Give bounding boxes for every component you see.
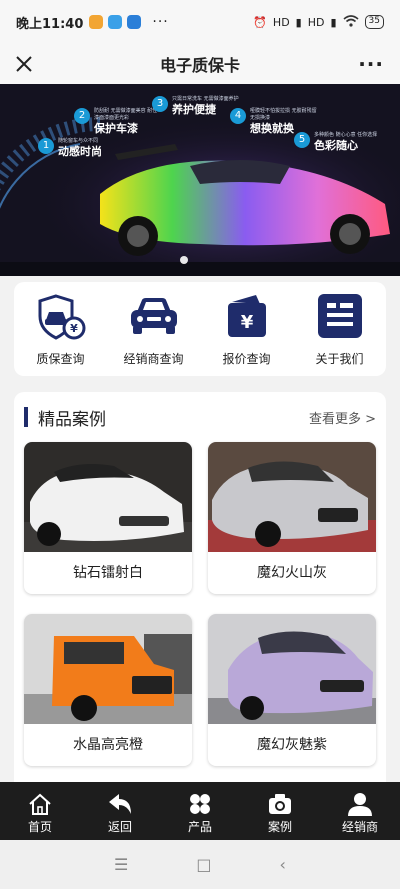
case-car-image [208,614,376,724]
alarm-icon: ⏰ [253,15,267,29]
signal-icon: ▮ [295,15,302,29]
system-nav-bar: ☰ □ ‹ [0,840,400,889]
grid-icon [190,794,210,814]
section-accent-bar [24,407,28,427]
banner-feature: 5 多种颜色 随心心意 任你选择 色彩随心 [294,132,390,153]
quick-link-about[interactable]: 关于我们 [300,292,380,367]
view-more-link[interactable]: 查看更多 > [309,408,376,427]
back-arrow-icon [109,794,131,814]
section-header: 精品案例 查看更多 > [24,406,376,430]
notification-app-icon [89,15,104,29]
case-car-image [24,442,192,552]
banner-feature: 2 防刮耐 无需做漆面美容 耐性漆面漆面更光彩 保护车漆 [74,108,160,136]
carousel-indicator-dot[interactable] [180,256,188,264]
case-card[interactable]: 钻石镭射白 [24,442,192,594]
info-doc-icon [317,294,362,338]
user-icon [348,793,372,816]
notification-app-icon [108,15,123,29]
bottom-tab-bar: 首页 返回 产品 案例 经销商 [0,782,400,840]
quick-link-dealer[interactable]: 经销商查询 [114,292,194,367]
case-card[interactable]: 魔幻灰魅紫 [208,614,376,766]
car-front-icon [130,298,177,334]
signal-icon: ▮ [330,15,337,29]
quick-link-quote[interactable]: ¥ 报价查询 [207,292,287,367]
case-car-image [24,614,192,724]
signal-label: HD [307,15,325,29]
close-icon[interactable] [12,52,36,76]
recent-apps-button[interactable]: ☰ [114,855,128,874]
camera-icon [269,794,291,814]
case-caption: 水晶高亮橙 [73,737,143,753]
section-title: 精品案例 [38,409,106,430]
svg-text:¥: ¥ [240,312,253,333]
home-icon [29,793,51,815]
status-time: 晚上11:40 [16,16,84,32]
case-card[interactable]: 魔幻火山灰 [208,442,376,594]
tab-products[interactable]: 产品 [160,782,240,840]
status-bar: 晚上11:40 ··· ⏰ HD ▮ HD ▮ 35 [0,0,400,44]
quick-link-warranty[interactable]: ¥ 质保查询 [21,292,101,367]
featured-cases-panel: 精品案例 查看更多 > 钻石镭射白 魔幻火山灰 水晶高亮橙 魔幻灰魅紫 [14,392,386,792]
system-home-button[interactable]: □ [196,855,211,874]
tab-cases[interactable]: 案例 [240,782,320,840]
notification-more-dots: ··· [152,14,169,30]
banner-feature: 1 随轮窗车与众不同 动感时尚 [38,138,102,159]
page-title: 电子质保卡 [159,56,240,75]
more-menu-button[interactable]: ··· [358,52,384,76]
quick-links-card: ¥ 质保查询 经销商查询 ¥ 报价查询 关于我们 [14,282,386,376]
case-car-image [208,442,376,552]
system-back-button[interactable]: ‹ [280,855,286,874]
shield-car-yen-icon: ¥ [38,294,85,340]
case-caption: 魔幻灰魅紫 [257,737,327,753]
tab-home[interactable]: 首页 [0,782,80,840]
battery-indicator: 35 [364,15,384,29]
wallet-yen-icon: ¥ [227,295,266,337]
tab-dealers[interactable]: 经销商 [320,782,400,840]
case-caption: 钻石镭射白 [73,565,143,581]
svg-text:¥: ¥ [70,322,78,335]
signal-label: HD [272,15,290,29]
case-caption: 魔幻火山灰 [257,565,327,581]
case-card[interactable]: 水晶高亮橙 [24,614,192,766]
banner-feature: 3 只需日常洗车 无需做漆面养护 养护便捷 [152,96,242,117]
notification-app-icon [127,15,142,29]
nav-bar: 电子质保卡 ··· [0,44,400,84]
hero-banner[interactable]: 1 随轮窗车与众不同 动感时尚 2 防刮耐 无需做漆面美容 耐性漆面漆面更光彩 保护… [0,84,400,276]
tab-back[interactable]: 返回 [80,782,160,840]
wifi-icon [343,14,359,30]
